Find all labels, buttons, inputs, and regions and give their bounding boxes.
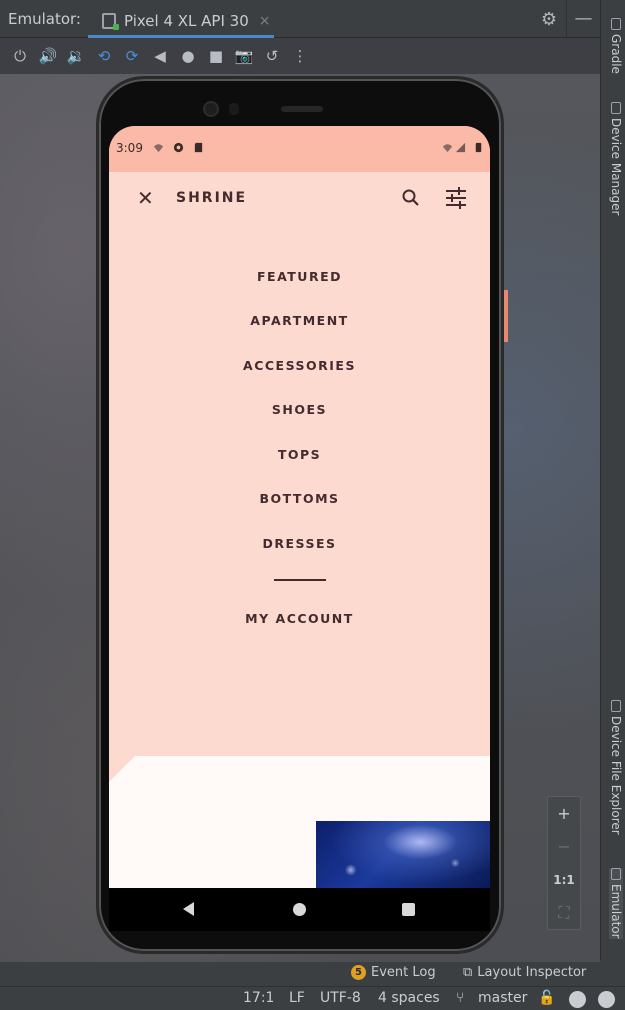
ide-status-bar: 17:1 LF UTF-8 4 spaces ⑂ master 🔓 bbox=[0, 986, 625, 1010]
menu-item-bottoms[interactable]: BOTTOMS bbox=[109, 491, 490, 506]
file-encoding[interactable]: UTF-8 bbox=[320, 990, 361, 1006]
indent-setting[interactable]: 4 spaces bbox=[378, 990, 440, 1006]
rotate-left-icon[interactable]: ⟲ bbox=[90, 42, 118, 70]
sd-card-icon bbox=[194, 142, 203, 153]
zoom-in-button[interactable]: + bbox=[548, 797, 580, 830]
status-time: 3:09 bbox=[116, 141, 143, 155]
menu-item-dresses[interactable]: DRESSES bbox=[109, 536, 490, 551]
zoom-fit-icon[interactable]: ⛶ bbox=[548, 896, 580, 929]
caret-position[interactable]: 17:1 bbox=[243, 990, 274, 1006]
device-icon bbox=[611, 700, 621, 712]
right-tool-sidebar: Gradle Device Manager Device File Explor… bbox=[600, 0, 625, 960]
sensor bbox=[229, 103, 239, 115]
menu-item-tops[interactable]: TOPS bbox=[109, 447, 490, 462]
nav-back-icon[interactable] bbox=[183, 902, 194, 916]
menu-divider bbox=[274, 579, 326, 581]
menu-item-shoes[interactable]: SHOES bbox=[109, 402, 490, 417]
lock-icon[interactable]: 🔓 bbox=[538, 990, 555, 1006]
home-icon[interactable]: ● bbox=[174, 42, 202, 70]
data-saver-icon bbox=[173, 142, 184, 153]
phone-screen: 3:09 ✕ SHRINE FEATURED APARTMENT ACCESSO… bbox=[109, 126, 490, 931]
sidebar-item-label: Device File Explorer bbox=[609, 716, 623, 835]
more-icon[interactable]: ⋮ bbox=[286, 42, 314, 70]
sidebar-item-label: Emulator bbox=[609, 884, 623, 939]
event-log-button[interactable]: 5 Event Log bbox=[351, 965, 436, 980]
overview-icon[interactable]: ■ bbox=[202, 42, 230, 70]
device-icon bbox=[102, 13, 119, 30]
gear-icon[interactable]: ⚙ bbox=[532, 9, 566, 30]
volume-up-icon[interactable]: 🔊 bbox=[34, 42, 62, 70]
nav-recents-icon[interactable] bbox=[402, 903, 415, 916]
device-icon bbox=[611, 868, 621, 880]
app-title: SHRINE bbox=[176, 190, 248, 206]
volume-down-icon[interactable]: 🔉 bbox=[62, 42, 90, 70]
rotate-right-icon[interactable]: ⟳ bbox=[118, 42, 146, 70]
event-log-badge: 5 bbox=[351, 965, 366, 980]
close-icon[interactable]: ✕ bbox=[137, 188, 154, 208]
emulator-title-bar: Emulator: Pixel 4 XL API 30 × ⚙ — bbox=[0, 0, 625, 38]
tab-label: Pixel 4 XL API 30 bbox=[124, 12, 249, 30]
back-icon[interactable]: ◀ bbox=[146, 42, 174, 70]
system-nav-bar bbox=[109, 888, 490, 931]
event-log-label: Event Log bbox=[371, 965, 436, 980]
tab-underline bbox=[88, 35, 274, 38]
speaker-grille bbox=[281, 106, 323, 112]
layout-inspector-label: Layout Inspector bbox=[477, 965, 587, 980]
zoom-out-button[interactable]: − bbox=[548, 830, 580, 863]
sidebar-item-label: Gradle bbox=[609, 34, 623, 74]
search-icon[interactable] bbox=[401, 188, 421, 208]
tool-window-bar: 5 Event Log ⧉ Layout Inspector bbox=[0, 962, 625, 986]
panel-title: Emulator: bbox=[8, 10, 81, 28]
sad-feedback-icon[interactable] bbox=[598, 991, 615, 1008]
happy-feedback-icon[interactable] bbox=[569, 991, 586, 1008]
nav-home-icon[interactable] bbox=[293, 903, 306, 916]
git-branch[interactable]: master bbox=[478, 990, 527, 1006]
filter-icon[interactable] bbox=[444, 186, 468, 210]
line-separator[interactable]: LF bbox=[289, 990, 305, 1006]
branch-icon: ⑂ bbox=[456, 990, 465, 1006]
layout-inspector-button[interactable]: ⧉ Layout Inspector bbox=[463, 965, 586, 980]
product-image[interactable] bbox=[316, 821, 490, 891]
emulator-toolbar: ⏻ 🔊 🔉 ⟲ ⟳ ◀ ● ■ 📷 ↺ ⋮ bbox=[0, 39, 600, 73]
status-bar: 3:09 bbox=[109, 126, 490, 172]
minimize-icon[interactable]: — bbox=[566, 0, 600, 38]
layout-inspector-icon: ⧉ bbox=[463, 965, 473, 980]
wifi-icon bbox=[442, 144, 453, 153]
sidebar-item-gradle[interactable]: Gradle bbox=[609, 18, 623, 74]
sidebar-item-label: Device Manager bbox=[609, 118, 623, 216]
device-icon bbox=[611, 102, 621, 114]
sidebar-item-device-manager[interactable]: Device Manager bbox=[609, 102, 623, 215]
menu-item-featured[interactable]: FEATURED bbox=[109, 269, 490, 284]
screenshot-icon[interactable]: 📷 bbox=[230, 42, 258, 70]
battery-icon bbox=[475, 142, 482, 153]
zoom-actual-size-button[interactable]: 1:1 bbox=[548, 863, 580, 896]
zoom-controls: + − 1:1 ⛶ bbox=[547, 796, 581, 930]
tab-device[interactable]: Pixel 4 XL API 30 × bbox=[88, 4, 274, 38]
menu-item-accessories[interactable]: ACCESSORIES bbox=[109, 358, 490, 373]
menu-item-apartment[interactable]: APARTMENT bbox=[109, 313, 490, 328]
elephant-icon bbox=[611, 18, 621, 30]
camera-icon bbox=[203, 101, 219, 117]
sidebar-item-device-file-explorer[interactable]: Device File Explorer bbox=[609, 700, 623, 835]
menu-item-my-account[interactable]: MY ACCOUNT bbox=[109, 611, 490, 626]
tab-close-icon[interactable]: × bbox=[259, 13, 271, 29]
snapshot-icon[interactable]: ↺ bbox=[258, 42, 286, 70]
sidebar-item-emulator[interactable]: Emulator bbox=[609, 868, 623, 939]
power-side-button bbox=[504, 290, 508, 342]
power-icon[interactable]: ⏻ bbox=[6, 42, 34, 70]
wifi-off-icon bbox=[153, 144, 164, 153]
signal-icon bbox=[455, 142, 466, 153]
